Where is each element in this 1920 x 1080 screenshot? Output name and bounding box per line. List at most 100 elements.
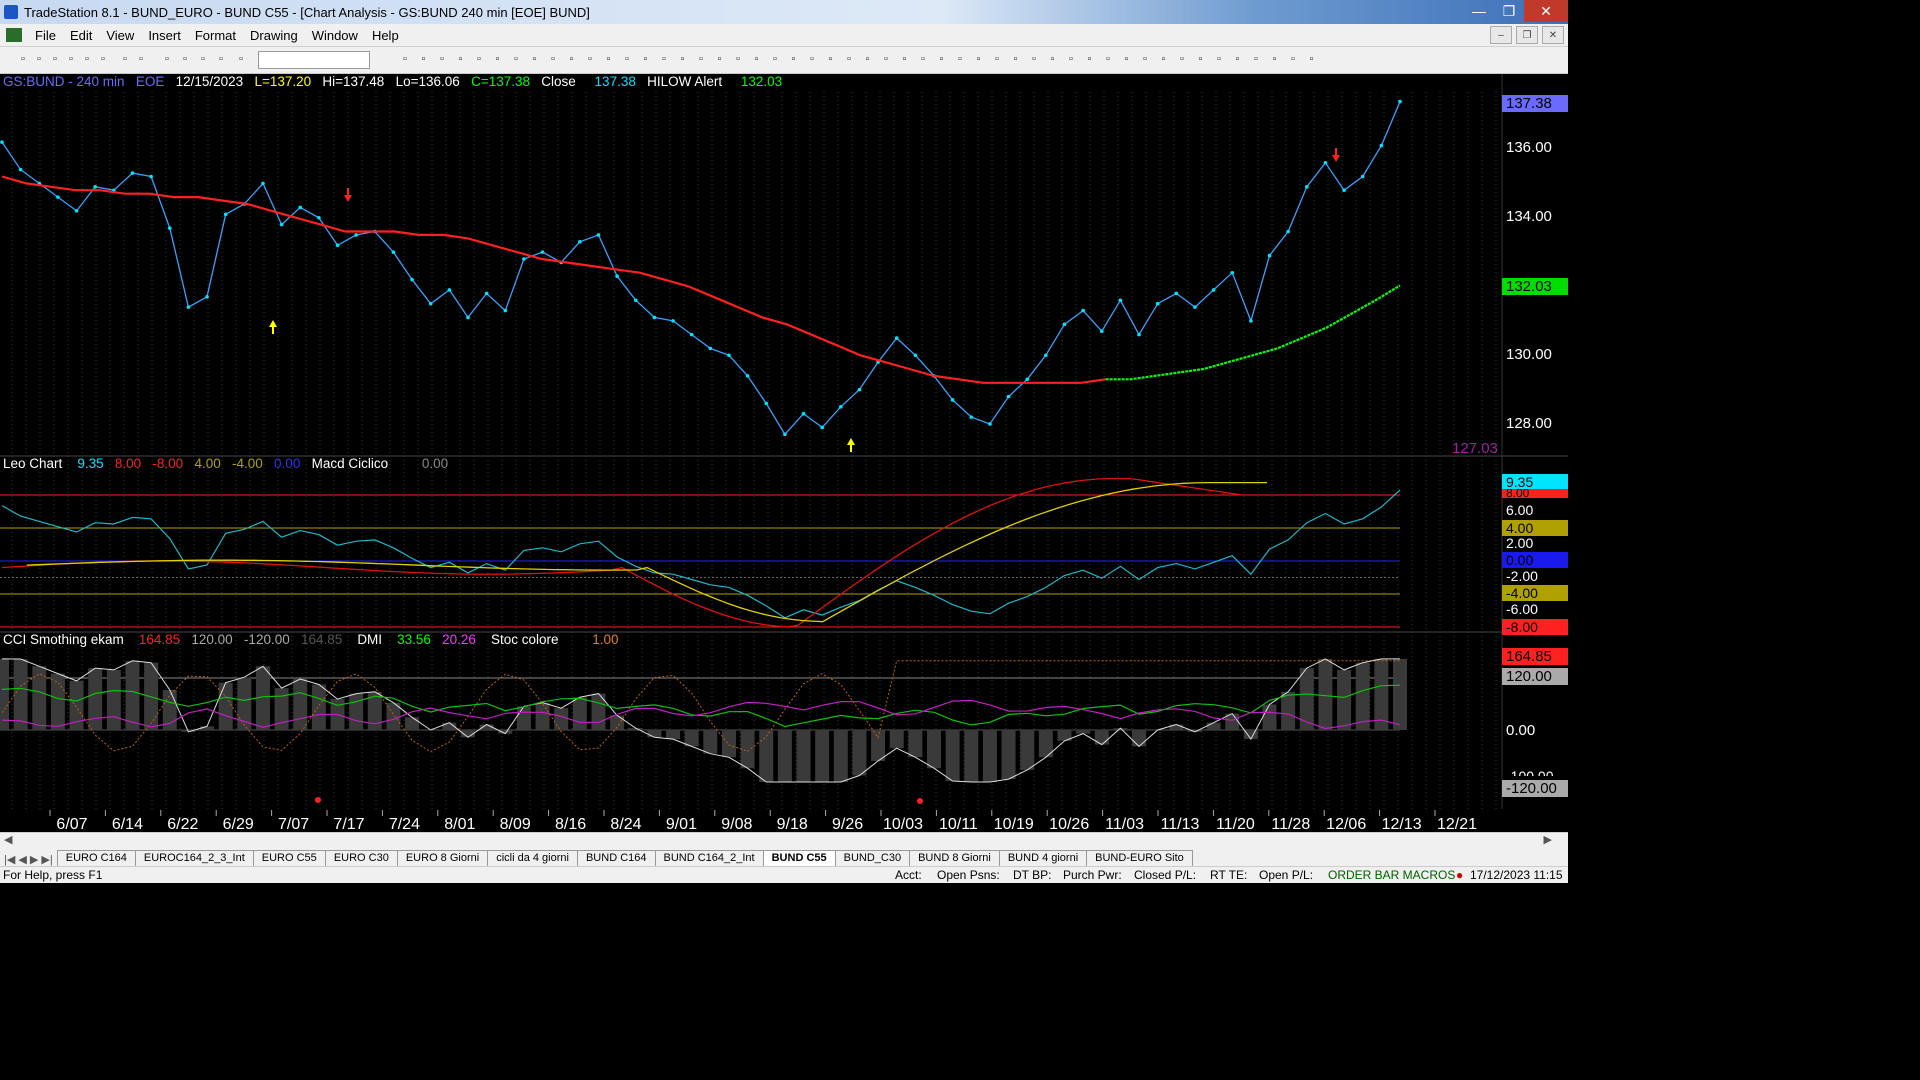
toolbar-icon[interactable]: ▫ (1009, 52, 1023, 66)
toolbar-icon[interactable]: ▫ (509, 52, 523, 66)
tab-8[interactable]: BUND C55 (762, 850, 836, 866)
toolbar-icon[interactable]: ▫ (1138, 52, 1152, 66)
toolbar-icon[interactable]: ▫ (713, 52, 727, 66)
minimize-icon[interactable]: — (1464, 0, 1494, 22)
tab-10[interactable]: BUND 8 Giorni (909, 850, 1000, 866)
toolbar-icon[interactable]: ▫ (935, 52, 949, 66)
chart-area[interactable]: 6/07 6/14 6/22 6/29 7/07 7/17 7/24 8/01 8/09 8/16… (0, 74, 1568, 832)
toolbar-icon[interactable]: ▫ (916, 52, 930, 66)
toolbar-icon[interactable]: ▫ (1046, 52, 1060, 66)
toolbar-icon[interactable]: ▫ (620, 52, 634, 66)
scroll-left-icon[interactable]: ◀ (4, 833, 12, 846)
toolbar-icon[interactable]: ▫ (1027, 52, 1041, 66)
toolbar-icon[interactable]: ▫ (990, 52, 1004, 66)
toolbar-icon[interactable]: ▫ (1083, 52, 1097, 66)
close-point (93, 185, 97, 189)
tab-6[interactable]: BUND C164 (576, 850, 656, 866)
tab-2[interactable]: EURO C55 (252, 850, 326, 866)
toolbar-icon[interactable]: ▫ (1101, 52, 1115, 66)
toolbar-icon[interactable]: ▫ (953, 52, 967, 66)
chart-doc-icon[interactable] (6, 28, 22, 42)
toolbar-icon[interactable]: ▫ (472, 52, 486, 66)
toolbar-icon[interactable]: ▫ (1305, 52, 1319, 66)
toolbar-icon[interactable]: ▫ (1175, 52, 1189, 66)
toolbar-icon[interactable]: ▫ (118, 52, 132, 66)
menu-view[interactable]: View (99, 28, 141, 43)
tab-0[interactable]: EURO C164 (56, 850, 136, 866)
toolbar-icon[interactable]: ▫ (565, 52, 579, 66)
toolbar-icon[interactable]: ▫ (96, 52, 110, 66)
tab-9[interactable]: BUND_C30 (834, 850, 911, 866)
toolbar-icon[interactable]: ▫ (972, 52, 986, 66)
toolbar-icon[interactable]: ▫ (546, 52, 560, 66)
toolbar-icon[interactable]: ▫ (160, 52, 174, 66)
toolbar-icon[interactable]: ▫ (602, 52, 616, 66)
maximize-icon[interactable]: ❐ (1494, 0, 1524, 22)
tab-7[interactable]: BUND C164_2_Int (654, 850, 764, 866)
close-icon[interactable]: ✕ (1524, 0, 1568, 22)
menu-edit[interactable]: Edit (63, 28, 99, 43)
toolbar-icon[interactable]: ▫ (583, 52, 597, 66)
menu-insert[interactable]: Insert (141, 28, 188, 43)
mdi-restore-icon[interactable]: ❐ (1516, 26, 1538, 44)
toolbar-icon[interactable]: ▫ (1249, 52, 1263, 66)
toolbar-icon[interactable]: ▫ (1120, 52, 1134, 66)
toolbar-icon[interactable]: ▫ (824, 52, 838, 66)
toolbar-icon[interactable]: ▫ (1231, 52, 1245, 66)
toolbar-icon[interactable]: ▫ (639, 52, 653, 66)
toolbar-icon[interactable]: ▫ (879, 52, 893, 66)
menu-format[interactable]: Format (188, 28, 243, 43)
toolbar-icon[interactable]: ▫ (234, 52, 248, 66)
mdi-close-icon[interactable]: ✕ (1542, 26, 1564, 44)
toolbar-icon[interactable]: ▫ (214, 52, 228, 66)
status-macros[interactable]: ORDER BAR MACROS (1328, 868, 1455, 882)
toolbar-icon[interactable]: ▫ (454, 52, 468, 66)
toolbar-icon[interactable]: ▫ (398, 52, 412, 66)
toolbar-icon[interactable]: ▫ (787, 52, 801, 66)
tab-1[interactable]: EUROC164_2_3_Int (134, 850, 254, 866)
toolbar-icon[interactable]: ▫ (1212, 52, 1226, 66)
toolbar-icon[interactable]: ▫ (134, 52, 148, 66)
toolbar-icon[interactable]: ▫ (16, 52, 30, 66)
toolbar-icon[interactable]: ▫ (676, 52, 690, 66)
menu-drawing[interactable]: Drawing (243, 28, 305, 43)
menu-file[interactable]: File (28, 28, 63, 43)
tab-3[interactable]: EURO C30 (324, 850, 398, 866)
symbol-dropdown[interactable] (258, 51, 370, 69)
toolbar-icon[interactable]: ▫ (32, 52, 46, 66)
tab-11[interactable]: BUND 4 giorni (998, 850, 1088, 866)
toolbar-icon[interactable]: ▫ (80, 52, 94, 66)
toolbar-icon[interactable]: ▫ (417, 52, 431, 66)
toolbar-icon[interactable]: ▫ (435, 52, 449, 66)
toolbar-icon[interactable]: ▫ (861, 52, 875, 66)
toolbar-icon[interactable]: ▫ (842, 52, 856, 66)
tab-4[interactable]: EURO 8 Giorni (396, 850, 489, 866)
tab-12[interactable]: BUND-EURO Sito (1086, 850, 1193, 866)
horizontal-scrollbar[interactable]: ◀ ▶ (0, 832, 1568, 849)
menu-window[interactable]: Window (305, 28, 365, 43)
tab-5[interactable]: cicli da 4 giorni (487, 850, 578, 866)
toolbar-icon[interactable]: ▫ (1064, 52, 1078, 66)
toolbar-icon[interactable]: ▫ (657, 52, 671, 66)
menu-help[interactable]: Help (365, 28, 406, 43)
toolbar-icon[interactable]: ▫ (48, 52, 62, 66)
toolbar-icon[interactable]: ▫ (491, 52, 505, 66)
toolbar-icon[interactable]: ▫ (694, 52, 708, 66)
toolbar-icon[interactable]: ▫ (805, 52, 819, 66)
toolbar-icon[interactable]: ▫ (528, 52, 542, 66)
toolbar-icon[interactable]: ▫ (1268, 52, 1282, 66)
mdi-minimize-icon[interactable]: – (1490, 26, 1512, 44)
toolbar-icon[interactable]: ▫ (1194, 52, 1208, 66)
toolbar-icon[interactable]: ▫ (731, 52, 745, 66)
toolbar-icon[interactable]: ▫ (64, 52, 78, 66)
scroll-right-icon[interactable]: ▶ (1544, 833, 1552, 846)
toolbar-icon[interactable]: ▫ (898, 52, 912, 66)
toolbar-icon[interactable]: ▫ (750, 52, 764, 66)
tab-nav-icon[interactable]: |◀ ◀ ▶ ▶| (0, 853, 57, 866)
toolbar-icon[interactable]: ▫ (178, 52, 192, 66)
toolbar-icon[interactable]: ▫ (196, 52, 210, 66)
toolbar-icon[interactable]: ▫ (1286, 52, 1300, 66)
toolbar-icon[interactable]: ▫ (768, 52, 782, 66)
toolbar-icon[interactable]: ▫ (1157, 52, 1171, 66)
chart-canvas[interactable]: 6/07 6/14 6/22 6/29 7/07 7/17 7/24 8/01 8/09 8/16… (0, 74, 1568, 832)
